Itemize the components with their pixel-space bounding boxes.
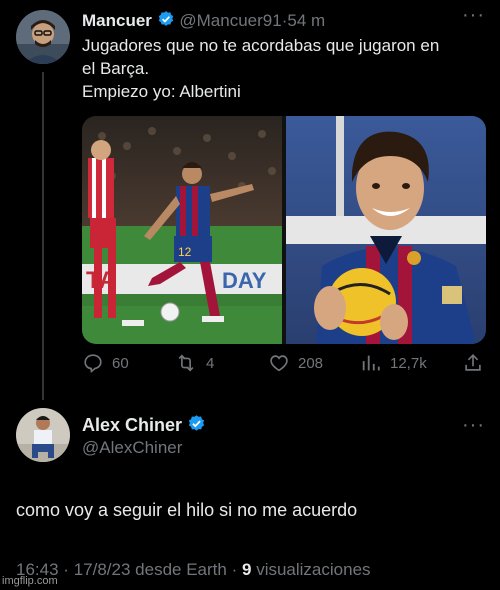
tweet1-handle[interactable]: @Mancuer91	[179, 11, 281, 30]
imgflip-watermark: imgflip.com	[2, 575, 58, 587]
player-number: 12	[178, 245, 192, 259]
share-icon	[465, 354, 481, 371]
views-icon	[362, 355, 380, 371]
mancuer-avatar[interactable]	[16, 10, 70, 64]
retweet-button[interactable]: 4	[174, 352, 214, 374]
views-button[interactable]: 12,7k	[360, 352, 427, 374]
media-photo-left[interactable]: TA DAY 12	[82, 116, 282, 344]
tweet1-text-line1: Jugadores que no te acordabas que jugaro…	[82, 36, 440, 55]
tweet2-sep2: ·	[231, 560, 238, 579]
like-button[interactable]: 208	[268, 352, 323, 374]
reply-count: 60	[112, 354, 129, 372]
retweet-count: 4	[206, 354, 215, 372]
ad-board-text-right: DAY	[222, 268, 267, 293]
tweet2-views-count: 9	[241, 560, 252, 579]
verified-badge-icon	[187, 414, 206, 438]
retweet-icon	[178, 354, 194, 372]
tweet1-author-name[interactable]: Mancuer	[82, 11, 152, 30]
thread-connector-line	[42, 72, 44, 400]
like-icon	[270, 355, 288, 372]
like-count: 208	[298, 354, 324, 372]
views-count: 12,7k	[390, 354, 427, 372]
tweet1-text-line2: el Barça.	[82, 59, 150, 78]
share-button[interactable]	[462, 352, 484, 374]
tweet2-author-name[interactable]: Alex Chiner	[82, 415, 182, 435]
tweet1-text-line3: Empiezo yo: Albertini	[82, 82, 241, 101]
tweet1-header: Mancuer @Mancuer91·54 m	[82, 10, 325, 33]
tweet2-handle[interactable]: @AlexChiner	[82, 438, 182, 458]
verified-badge-icon	[157, 10, 175, 33]
tweet2-views-label: visualizaciones	[256, 560, 371, 579]
more-options-icon[interactable]: ···	[462, 414, 485, 437]
tweet1-time[interactable]: 54 m	[287, 11, 325, 30]
tweet2-author-block: Alex Chiner	[82, 414, 206, 438]
alex-chiner-avatar[interactable]	[16, 408, 70, 462]
tweet2-source: desde Earth	[135, 560, 227, 579]
tweet2-text: como voy a seguir el hilo si no me acuer…	[16, 500, 358, 520]
tweet2-date[interactable]: 17/8/23	[74, 560, 131, 579]
more-options-icon[interactable]: ···	[462, 4, 485, 27]
media-photo-right[interactable]	[286, 116, 486, 344]
tweet2-meta: 16:43 · 17/8/23 desde Earth · 9 visualiz…	[16, 560, 371, 580]
tweet1-media[interactable]: TA DAY 12	[82, 116, 486, 344]
tweet2-sep1: ·	[63, 560, 69, 579]
reply-button[interactable]: 60	[82, 352, 129, 374]
tweet1-text: Jugadores que no te acordabas que jugaro…	[82, 34, 492, 103]
reply-icon	[84, 354, 102, 373]
